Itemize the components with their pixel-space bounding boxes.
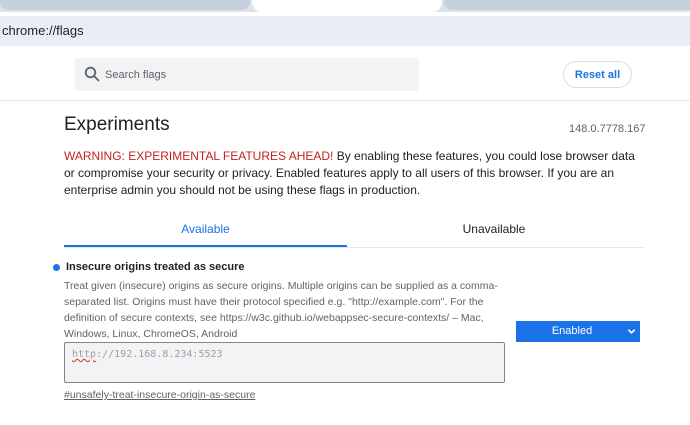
address-bar-url[interactable]: chrome://flags xyxy=(2,23,84,38)
browser-tab-active[interactable] xyxy=(252,0,442,12)
origins-host: ://192.168.8.234:5523 xyxy=(96,349,223,360)
experiment-permalink[interactable]: #unsafely-treat-insecure-origin-as-secur… xyxy=(64,389,255,401)
version-label: 148.0.7778.167 xyxy=(569,123,646,135)
browser-tab[interactable] xyxy=(0,0,250,10)
tab-available[interactable]: Available xyxy=(64,213,347,247)
chevron-down-icon xyxy=(627,329,636,334)
page-title: Experiments xyxy=(64,114,170,135)
reset-all-button[interactable]: Reset all xyxy=(563,61,632,88)
browser-tab[interactable] xyxy=(444,0,690,10)
experiment-title: Insecure origins treated as secure xyxy=(66,261,245,273)
search-input[interactable] xyxy=(105,58,405,91)
origins-scheme: http xyxy=(72,349,97,360)
modified-indicator-icon xyxy=(53,264,60,271)
search-box[interactable] xyxy=(75,58,419,91)
address-bar[interactable] xyxy=(0,16,690,46)
origins-textarea-value: http://192.168.8.234:5523 xyxy=(72,349,223,360)
warning-text: WARNING: EXPERIMENTAL FEATURES AHEAD! By… xyxy=(64,148,644,199)
experiment-state-value: Enabled xyxy=(551,325,593,337)
warning-prefix: WARNING: EXPERIMENTAL FEATURES AHEAD! xyxy=(64,149,334,163)
tabs: Available Unavailable xyxy=(64,213,644,248)
experiment-state-select[interactable]: Enabled xyxy=(516,321,640,342)
tab-unavailable[interactable]: Unavailable xyxy=(354,213,634,247)
tab-active-indicator xyxy=(64,245,347,247)
experiment-description: Treat given (insecure) origins as secure… xyxy=(64,280,498,340)
origins-textarea[interactable]: http://192.168.8.234:5523 xyxy=(64,342,505,383)
search-icon xyxy=(84,66,100,82)
